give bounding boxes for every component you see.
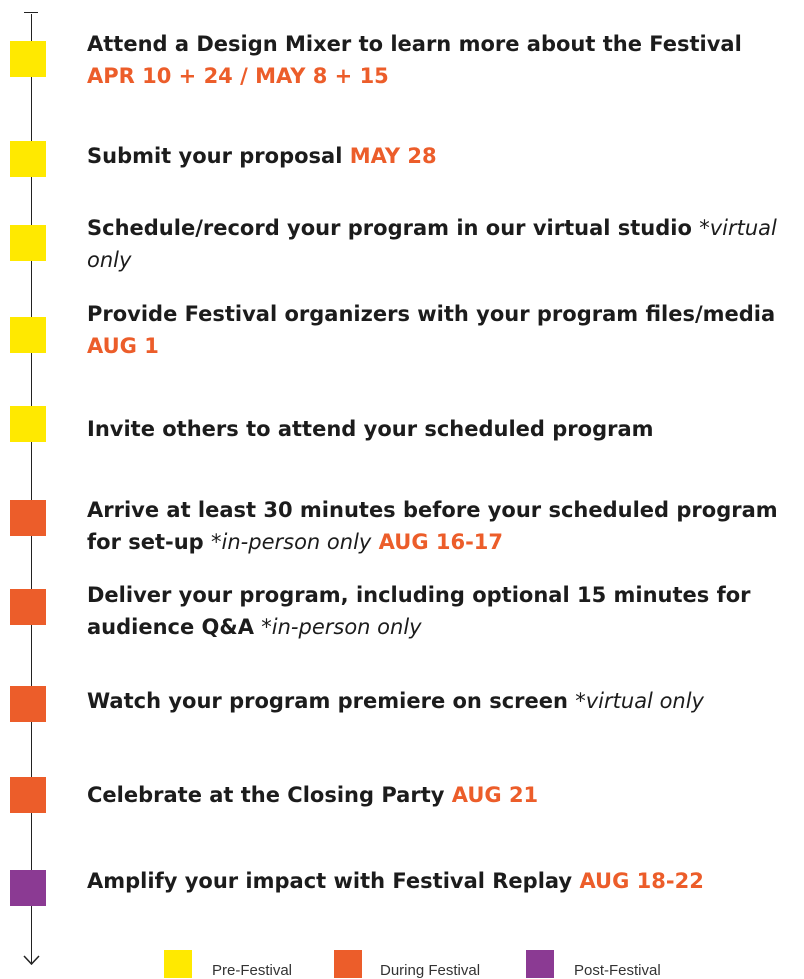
timeline-start-tick	[24, 12, 38, 13]
step-text: Celebrate at the Closing Party	[87, 783, 445, 807]
step-marker-during-festival	[10, 686, 46, 722]
step-note: *in-person only	[261, 615, 422, 639]
step-item: Schedule/record your program in our virt…	[87, 212, 787, 276]
step-marker-pre-festival	[10, 406, 46, 442]
step-item: Provide Festival organizers with your pr…	[87, 298, 787, 362]
step-item: Arrive at least 30 minutes before your s…	[87, 494, 787, 558]
legend-swatch-post-festival	[526, 950, 554, 978]
step-item: Attend a Design Mixer to learn more abou…	[87, 28, 787, 92]
step-marker-pre-festival	[10, 317, 46, 353]
step-marker-pre-festival	[10, 41, 46, 77]
legend-swatch-during-festival	[334, 950, 362, 978]
step-item: Amplify your impact with Festival Replay…	[87, 865, 787, 897]
step-marker-pre-festival	[10, 225, 46, 261]
step-date: AUG 18-22	[579, 869, 704, 893]
step-text: Submit your proposal	[87, 144, 343, 168]
step-marker-post-festival	[10, 870, 46, 906]
step-marker-during-festival	[10, 777, 46, 813]
step-item: Celebrate at the Closing Party AUG 21	[87, 779, 787, 811]
step-date: AUG 1	[87, 334, 159, 358]
step-text: Invite others to attend your scheduled p…	[87, 417, 654, 441]
step-text: Amplify your impact with Festival Replay	[87, 869, 573, 893]
step-marker-pre-festival	[10, 141, 46, 177]
legend-swatch-pre-festival	[164, 950, 192, 978]
step-item: Deliver your program, including optional…	[87, 579, 787, 643]
step-note: *in-person only	[211, 530, 372, 554]
legend-label-during-festival: During Festival	[380, 962, 481, 979]
step-date: AUG 16-17	[378, 530, 504, 554]
step-text: Watch your program premiere on screen	[87, 689, 568, 713]
legend: Pre-Festival During Festival Post-Festiv…	[0, 950, 804, 979]
legend-label-pre-festival: Pre-Festival	[212, 962, 293, 979]
step-date: APR 10 + 24 / MAY 8 + 15	[87, 64, 389, 88]
legend-label-post-festival: Post-Festival	[574, 962, 661, 979]
step-note: *virtual only	[575, 689, 704, 713]
step-marker-during-festival	[10, 500, 46, 536]
step-date: AUG 21	[451, 783, 539, 807]
step-date: MAY 28	[349, 144, 437, 168]
step-text: Attend a Design Mixer to learn more abou…	[87, 32, 742, 56]
step-text: Schedule/record your program in our virt…	[87, 216, 692, 240]
step-item: Watch your program premiere on screen *v…	[87, 685, 787, 717]
step-marker-during-festival	[10, 589, 46, 625]
step-item: Submit your proposal MAY 28	[87, 140, 787, 172]
step-item: Invite others to attend your scheduled p…	[87, 413, 787, 445]
step-text: Provide Festival organizers with your pr…	[87, 302, 776, 326]
